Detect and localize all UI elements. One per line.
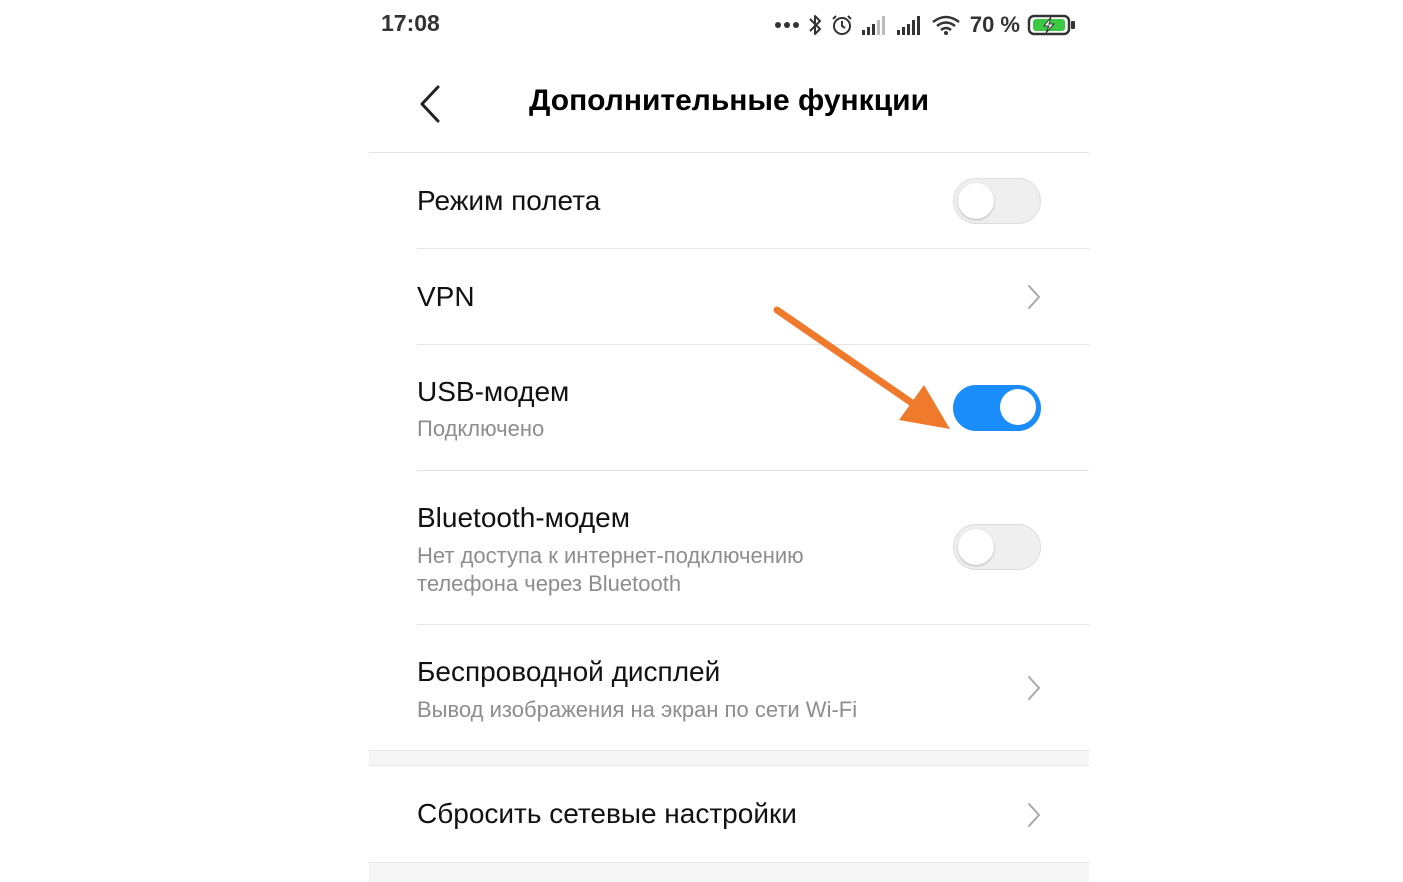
setting-label: Сбросить сетевые настройки — [417, 798, 797, 829]
setting-label: Беспроводной дисплей — [417, 656, 721, 687]
chevron-right-icon — [1028, 676, 1040, 700]
section-separator — [369, 750, 1089, 766]
setting-label: Режим полета — [417, 185, 601, 216]
setting-label: VPN — [417, 281, 475, 312]
toggle-knob — [1000, 389, 1036, 425]
alarm-icon — [830, 13, 854, 37]
setting-bluetooth-modem[interactable]: Bluetooth-модем Нет доступа к интернет-п… — [369, 471, 1089, 625]
battery-charging-icon — [1027, 13, 1077, 37]
toggle-knob — [958, 529, 994, 565]
battery-percent: 70 % — [969, 12, 1020, 37]
setting-subtitle-line-2: телефона через Bluetooth — [417, 571, 682, 596]
setting-wireless-display[interactable]: Беспроводной дисплей Вывод изображения н… — [369, 625, 1089, 750]
back-button[interactable] — [409, 80, 453, 128]
setting-vpn[interactable]: VPN — [369, 249, 1089, 345]
setting-subtitle: Подключено — [417, 416, 545, 441]
signal-icon — [861, 14, 889, 36]
section-separator — [369, 862, 1089, 882]
usb-modem-toggle[interactable] — [953, 385, 1041, 431]
chevron-right-icon — [1028, 803, 1040, 827]
signal-icon — [896, 14, 924, 36]
setting-label: Bluetooth-модем — [417, 502, 631, 533]
setting-airplane-mode[interactable]: Режим полета — [369, 153, 1089, 249]
chevron-right-icon — [1028, 285, 1040, 309]
setting-subtitle: Вывод изображения на экран по сети Wi-Fi — [417, 697, 858, 722]
phone-screen: 17:08 70 % Дополнительные функции Режим … — [369, 0, 1089, 882]
stage: 17:08 70 % Дополнительные функции Режим … — [0, 0, 1403, 882]
toggle-knob — [958, 183, 994, 219]
setting-usb-modem[interactable]: USB-модем Подключено — [369, 345, 1089, 471]
setting-label: USB-модем — [417, 376, 570, 407]
status-icons: 70 % — [774, 8, 1077, 42]
setting-subtitle-line-1: Нет доступа к интернет-подключению — [417, 543, 804, 568]
wifi-icon — [931, 14, 961, 36]
page-title: Дополнительные функции — [529, 84, 930, 117]
more-dots-icon — [774, 21, 800, 29]
bluetooth-modem-toggle[interactable] — [953, 524, 1041, 570]
chevron-left-icon — [420, 85, 440, 123]
bluetooth-icon — [807, 13, 823, 37]
airplane-mode-toggle[interactable] — [953, 178, 1041, 224]
setting-reset-network[interactable]: Сбросить сетевые настройки — [369, 766, 1089, 862]
status-time: 17:08 — [381, 10, 440, 36]
